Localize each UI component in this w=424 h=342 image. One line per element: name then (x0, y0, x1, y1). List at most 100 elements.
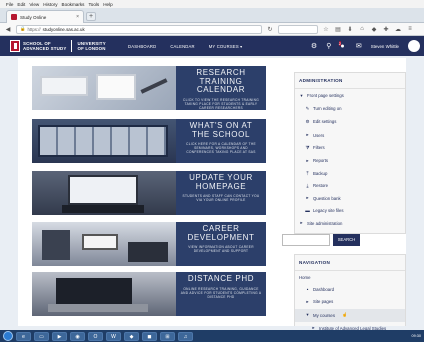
logo-line-4: OF LONDON (77, 46, 106, 51)
home-icon[interactable]: ⌂ (358, 26, 366, 32)
admin-turn-editing-on[interactable]: ✎ Turn editing on (295, 102, 405, 115)
clipboard-icon[interactable]: ▤ (334, 26, 342, 33)
admin-backup[interactable]: ⤒ Backup (295, 167, 405, 179)
caret-right-icon: ▸ (306, 195, 309, 201)
navigation-block: NAVIGATION Home • Dashboard ▸ Site pages ▾… (294, 254, 406, 331)
admin-search-button[interactable]: SEARCH (333, 234, 360, 246)
caret-right-icon: ▸ (306, 298, 309, 304)
app4-taskbar-icon[interactable]: ♫ (178, 331, 193, 341)
banner-research-training[interactable]: RESEARCH TRAINING CALENDAR CLICK TO VIEW… (32, 66, 266, 110)
back-icon[interactable]: ◀ (4, 26, 12, 33)
site-header: SCHOOL OF ADVANCED STUDY UNIVERSITY OF L… (0, 36, 424, 56)
tab-close-icon[interactable]: × (76, 14, 79, 20)
sync-icon[interactable]: ☁ (394, 26, 402, 33)
logo-divider (71, 40, 73, 52)
browser-menubar: File Edit View History Bookmarks Tools H… (0, 0, 424, 8)
word-taskbar-icon[interactable]: W (106, 331, 121, 341)
banner-update-homepage[interactable]: UPDATE YOUR HOMEPAGE STUDENTS AND STAFF … (32, 171, 266, 215)
media-taskbar-icon[interactable]: ▶ (52, 331, 67, 341)
banner-title: RESEARCH TRAINING CALENDAR (196, 68, 246, 95)
nav-site-pages[interactable]: ▸ Site pages (295, 295, 405, 308)
start-button-icon[interactable] (3, 331, 13, 341)
firefox-taskbar-icon[interactable]: ◉ (70, 331, 85, 341)
backup-icon: ⤒ (306, 170, 309, 176)
crest-icon (10, 40, 20, 52)
banner-image (32, 171, 176, 215)
banner-image (32, 119, 176, 163)
nav-dashboard[interactable]: DASHBOARD (128, 44, 156, 49)
bullet-icon: • (306, 286, 309, 292)
banner-distance-phd[interactable]: DISTANCE PHD ONLINE RESEARCH TRAINING, G… (32, 272, 266, 316)
banner-subtitle: VIEW INFORMATION ABOUT CAREER DEVELOPMEN… (188, 245, 254, 254)
admin-reports[interactable]: ▸ Reports (295, 154, 405, 167)
banner-image (32, 272, 176, 316)
new-tab-button[interactable]: + (86, 12, 96, 21)
download-icon[interactable]: ⬇ (346, 26, 354, 33)
address-bar[interactable]: 🔒 https://studyonline.sas.ac.uk (16, 24, 262, 34)
outlook-taskbar-icon[interactable]: O (88, 331, 103, 341)
banner-whats-on[interactable]: WHAT'S ON AT THE SCHOOL CLICK HERE FOR A… (32, 119, 266, 163)
admin-search-row: SEARCH (282, 234, 360, 246)
administration-heading: ADMINISTRATION (295, 73, 405, 89)
caret-down-icon: ▾ (300, 92, 303, 98)
menu-file[interactable]: File (6, 2, 13, 7)
tab-study-online[interactable]: Study Online × (6, 10, 84, 23)
front-page-settings[interactable]: ▾ Front page settings (295, 89, 405, 102)
search-icon[interactable]: ⚲ (326, 42, 331, 50)
menu-help[interactable]: Help (103, 2, 112, 7)
user-name[interactable]: Steven Whittle (371, 44, 399, 49)
banner-subtitle: STUDENTS AND STAFF CAN CONTACT YOU VIA Y… (182, 194, 260, 203)
url-domain: studyonline.sas.ac.uk (42, 26, 85, 32)
admin-restore[interactable]: ⤓ Restore (295, 179, 405, 191)
avatar[interactable] (408, 40, 420, 52)
browser-search-input[interactable] (278, 24, 318, 34)
ie-taskbar-icon[interactable]: e (16, 331, 31, 341)
reload-icon[interactable]: ↻ (266, 26, 274, 33)
filter-icon: ⧩ (305, 145, 310, 151)
caret-down-icon: ▾ (306, 312, 309, 318)
folder-icon: ▬ (305, 208, 310, 214)
menu-history[interactable]: History (43, 2, 57, 7)
menu-bookmarks[interactable]: Bookmarks (62, 2, 85, 7)
admin-edit-settings[interactable]: ⚙ Edit settings (295, 115, 405, 128)
taskbar-clock: 09:30 (411, 334, 421, 338)
admin-legacy-site-files[interactable]: ▬ Legacy site files (295, 205, 405, 217)
addon-icon[interactable]: ✚ (382, 26, 390, 33)
menu-view[interactable]: View (29, 2, 39, 7)
notification-bell-icon[interactable]: ●2 (338, 40, 346, 50)
administration-block: ADMINISTRATION ▾ Front page settings ✎ Tur… (294, 72, 406, 234)
restore-icon: ⤓ (306, 182, 309, 188)
nav-dashboard-link[interactable]: • Dashboard (295, 283, 405, 295)
menu-edit[interactable]: Edit (17, 2, 25, 7)
nav-home[interactable]: Home (295, 271, 405, 283)
banner-title: WHAT'S ON AT THE SCHOOL (189, 121, 253, 139)
nav-calendar[interactable]: CALENDAR (170, 44, 194, 49)
menu-tools[interactable]: Tools (88, 2, 99, 7)
favicon-icon (11, 14, 17, 20)
nav-my-courses[interactable]: MY COURSES ▾ (209, 44, 243, 49)
app3-taskbar-icon[interactable]: ⊞ (160, 331, 175, 341)
banner-image (32, 222, 176, 266)
nav-my-courses-link[interactable]: ▾ My courses ☝ (295, 308, 405, 322)
settings-gear-icon[interactable]: ⚙ (311, 42, 317, 50)
app-taskbar-icon[interactable]: ◆ (124, 331, 139, 341)
site-administration[interactable]: ▸ Site administration (295, 217, 405, 230)
messages-icon[interactable]: ✉ (356, 42, 362, 50)
caret-right-icon: ▸ (300, 220, 303, 226)
admin-users[interactable]: ▸ Users (295, 129, 405, 142)
tab-title: Study Online (20, 14, 47, 20)
admin-search-input[interactable] (282, 234, 330, 246)
navigation-heading: NAVIGATION (295, 255, 405, 271)
app2-taskbar-icon[interactable]: ◼ (142, 331, 157, 341)
pocket-icon[interactable]: ◆ (370, 26, 378, 33)
hamburger-menu-icon[interactable]: ≡ (406, 26, 414, 32)
admin-filters[interactable]: ⧩ Filters (295, 142, 405, 154)
admin-question-bank[interactable]: ▸ Question bank (295, 192, 405, 205)
site-logo[interactable]: SCHOOL OF ADVANCED STUDY UNIVERSITY OF L… (0, 40, 128, 52)
banner-subtitle: ONLINE RESEARCH TRAINING, GUIDANCE AND A… (180, 286, 262, 299)
explorer-taskbar-icon[interactable]: ▭ (34, 331, 49, 341)
caret-right-icon: ▸ (306, 157, 309, 163)
notification-badge: 2 (338, 40, 341, 46)
star-icon[interactable]: ☆ (322, 26, 330, 33)
banner-career-development[interactable]: CAREER DEVELOPMENT VIEW INFORMATION ABOU… (32, 222, 266, 266)
